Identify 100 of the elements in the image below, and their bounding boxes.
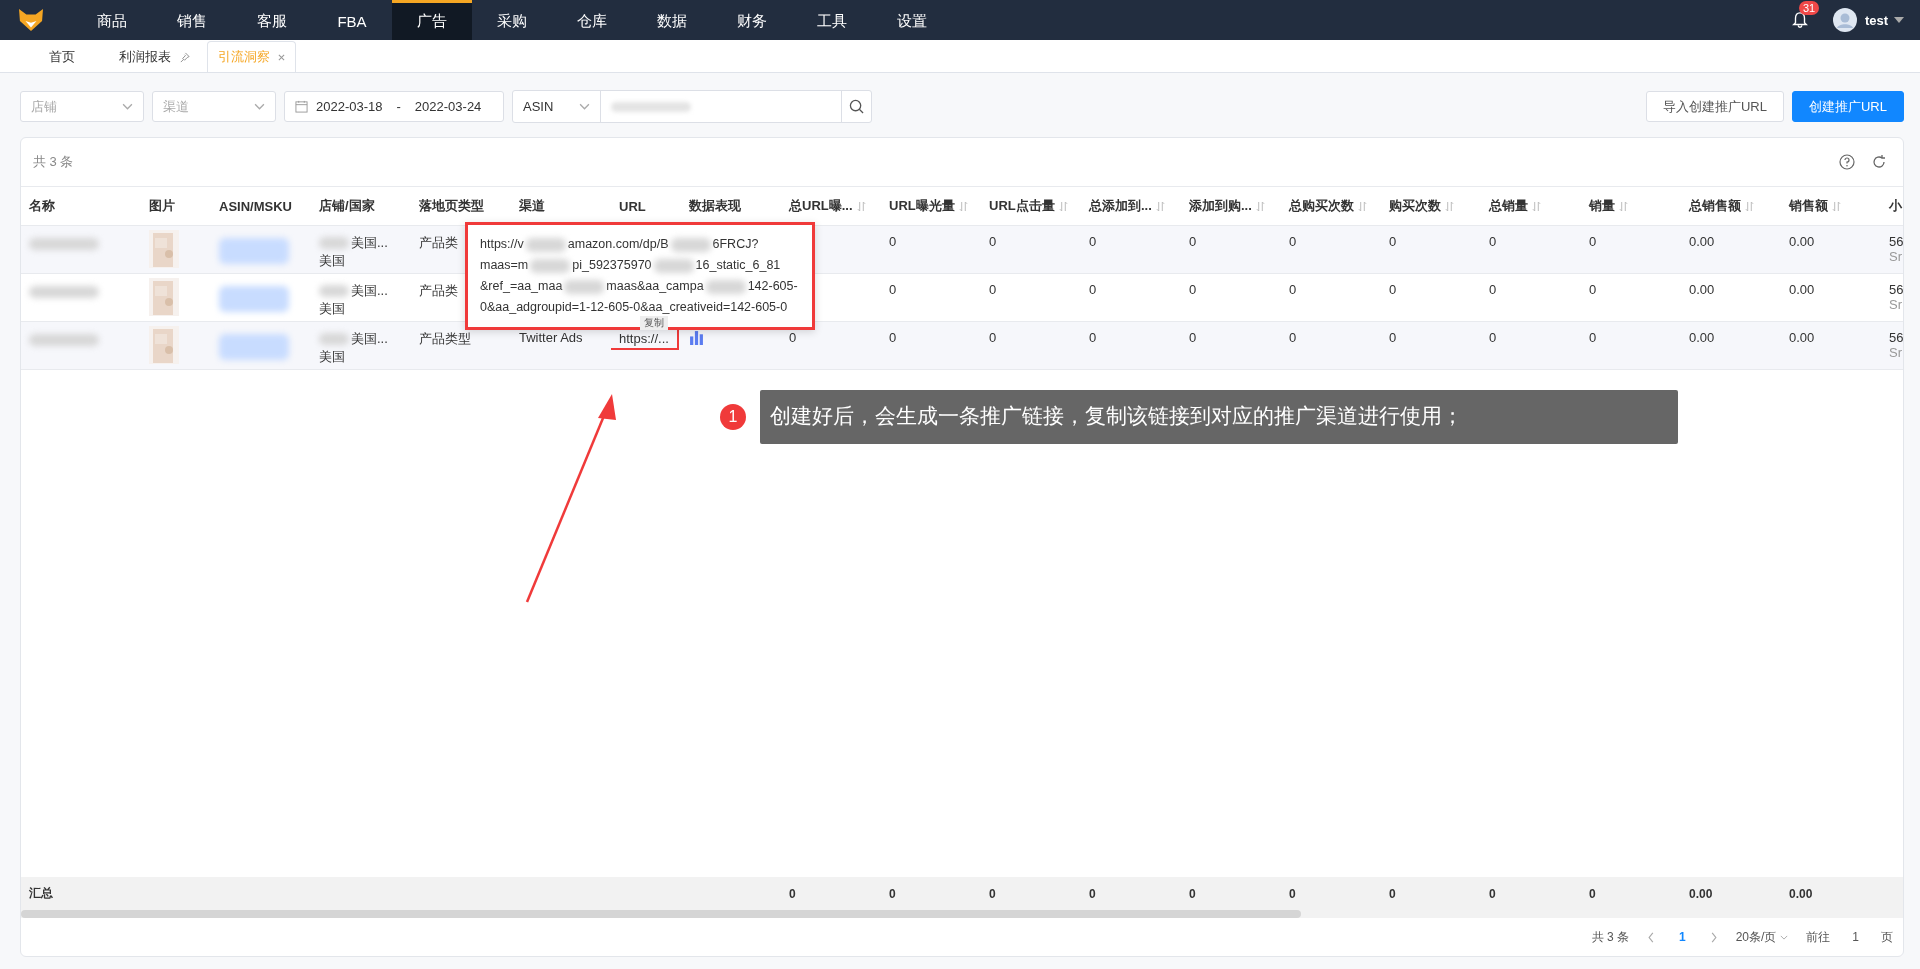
date-range-field[interactable]: 2022-03-18 - 2022-03-24 <box>284 91 504 122</box>
table-cell: 0 <box>1489 234 1497 249</box>
tab-label[interactable]: 利润报表 <box>119 48 171 66</box>
blurred-text <box>219 334 289 360</box>
table-cell: 0 <box>1589 330 1597 345</box>
sort-icon[interactable] <box>856 200 866 212</box>
store-name: 美国... <box>351 330 388 348</box>
nav-tab[interactable]: 工具 <box>792 0 872 40</box>
nav-tab[interactable]: 销售 <box>152 0 232 40</box>
table-cell: 0 <box>1189 330 1197 345</box>
sort-icon[interactable] <box>1155 200 1165 212</box>
table-cell: 0.00 <box>1789 234 1815 249</box>
table-cell: 0 <box>1289 330 1297 345</box>
table-cell: 0 <box>889 330 897 345</box>
column-header[interactable]: 总销售额 <box>1681 187 1781 226</box>
fox-logo-icon <box>18 8 44 32</box>
nav-tab[interactable]: 设置 <box>872 0 952 40</box>
nav-tab[interactable]: 客服 <box>232 0 312 40</box>
table-cell: 0 <box>1289 234 1297 249</box>
table-cell: 0.00 <box>1689 234 1715 249</box>
nav-tab[interactable]: FBA <box>312 0 392 40</box>
table-cell: 0.00 <box>1689 330 1715 345</box>
column-header[interactable]: 总添加到... <box>1081 187 1181 226</box>
goto-page-field[interactable]: 1 <box>1848 930 1863 944</box>
refresh-icon[interactable] <box>1871 154 1887 170</box>
table-cell: 0 <box>989 234 997 249</box>
sort-icon[interactable] <box>1532 200 1541 212</box>
country: 美国 <box>319 252 346 270</box>
table-cell: 产品类型 <box>419 331 471 346</box>
nav-tab[interactable]: 广告 <box>392 0 472 40</box>
table-cell: Sr <box>1889 297 1903 312</box>
table-cell: 0 <box>1489 282 1497 297</box>
copy-tooltip: 复制 <box>640 316 668 330</box>
sort-icon[interactable] <box>958 200 968 212</box>
sort-icon[interactable] <box>1358 200 1367 212</box>
page-size-select[interactable]: 20条/页 <box>1735 928 1789 946</box>
column-header[interactable]: URL点击量 <box>981 187 1081 226</box>
summary-cell: 0 <box>1389 886 1396 901</box>
tooltip-text: maas=m pi_592375970 16_static_6_81 <box>480 257 782 275</box>
country: 美国 <box>319 348 346 366</box>
column-header: 图片 <box>141 187 211 226</box>
sort-icon[interactable] <box>1745 200 1754 212</box>
total-count: 共 3 条 <box>1591 928 1629 946</box>
previous-page-icon[interactable] <box>1646 931 1655 943</box>
column-header[interactable]: 总销量 <box>1481 187 1581 226</box>
column-header[interactable]: URL曝光量 <box>881 187 981 226</box>
summary-cell: 0 <box>1489 886 1496 901</box>
table-cell: 0 <box>1389 282 1397 297</box>
table-cell: 0 <box>1089 282 1097 297</box>
nav-tab[interactable]: 财务 <box>712 0 792 40</box>
table-cell: 0 <box>1189 282 1197 297</box>
nav-tab[interactable]: 数据 <box>632 0 712 40</box>
table-cell: 56 <box>1889 234 1903 249</box>
nav-tab[interactable]: 商品 <box>72 0 152 40</box>
next-page-icon[interactable] <box>1709 931 1718 943</box>
bar-chart-icon[interactable] <box>689 330 704 345</box>
summary-cell: 0.00 <box>1689 886 1713 901</box>
action-button[interactable]: 导入创建推广URL <box>1645 91 1784 122</box>
column-header: 店铺/国家 <box>311 187 411 226</box>
sort-icon[interactable] <box>1832 200 1841 212</box>
column-header: 小 <box>1881 187 1903 226</box>
blurred-text <box>29 334 99 346</box>
page-number[interactable]: 1 <box>1672 929 1692 945</box>
column-header[interactable]: 添加到购... <box>1181 187 1281 226</box>
table-cell: 产品类 <box>419 235 458 250</box>
caret-icon[interactable] <box>1894 17 1904 23</box>
column-header: 名称 <box>21 187 141 226</box>
table-cell: 0 <box>1389 330 1397 345</box>
pin-icon[interactable] <box>179 51 190 63</box>
bell-icon[interactable] <box>1790 11 1809 29</box>
sort-icon[interactable] <box>1058 200 1068 212</box>
avatar-icon[interactable] <box>1832 8 1857 32</box>
table-cell: 0 <box>1289 282 1297 297</box>
blurred-text <box>319 285 349 297</box>
sort-icon[interactable] <box>1619 200 1628 212</box>
user-name[interactable]: test <box>1864 12 1888 28</box>
page-tab[interactable]: 首页 <box>22 41 88 72</box>
column-header[interactable]: 总购买次数 <box>1281 187 1381 226</box>
table-cell: 0 <box>889 282 897 297</box>
sort-icon[interactable] <box>1255 200 1265 212</box>
tab-label[interactable]: 首页 <box>49 48 75 66</box>
column-header[interactable]: 购买次数 <box>1381 187 1481 226</box>
scrollbar-thumb[interactable] <box>21 910 1301 918</box>
column-header[interactable]: 销售额 <box>1781 187 1881 226</box>
sort-icon[interactable] <box>1445 200 1454 212</box>
page-suffix: 页 <box>1881 928 1893 946</box>
table-cell: 0 <box>1389 234 1397 249</box>
blurred-text <box>319 333 349 345</box>
column-header[interactable]: 销量 <box>1581 187 1681 226</box>
table-cell: 56 <box>1889 330 1903 345</box>
page-tab[interactable]: 利润报表 <box>92 41 203 72</box>
store-name: 美国... <box>351 234 388 252</box>
close-icon[interactable] <box>278 53 285 61</box>
nav-tab[interactable]: 仓库 <box>552 0 632 40</box>
summary-cell: 0 <box>1289 886 1296 901</box>
help-icon[interactable] <box>1839 154 1855 170</box>
table-cell: Sr <box>1889 249 1903 264</box>
action-button[interactable]: 创建推广URL <box>1792 91 1904 122</box>
store-name: 美国... <box>351 282 388 300</box>
nav-tab[interactable]: 采购 <box>472 0 552 40</box>
